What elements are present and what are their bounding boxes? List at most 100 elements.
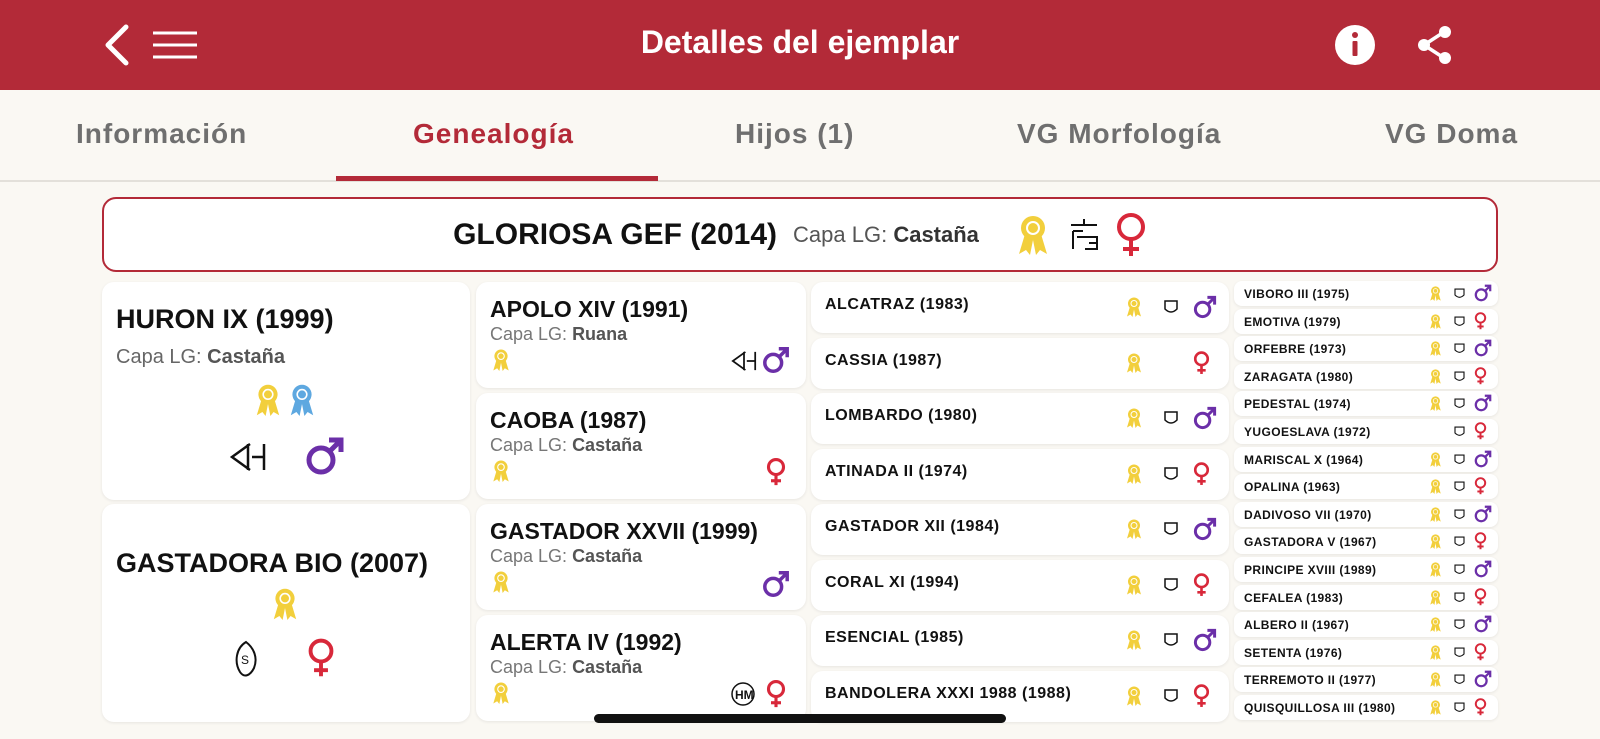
brand-mark-icon: HM [731, 682, 755, 706]
great-great-grandparent-card[interactable]: PRINCIPE XVIII (1989) [1234, 557, 1498, 582]
subject-header-card[interactable]: GLORIOSA GEF (2014) Capa LG: Castaña [102, 197, 1498, 272]
great-great-grandparent-card[interactable]: DADIVOSO VII (1970) [1234, 501, 1498, 527]
great-grandparent-card[interactable]: ESENCIAL (1985) [811, 615, 1229, 666]
brand-mark-icon [1164, 688, 1178, 702]
great-great-grandparent-name: MARISCAL X (1964) [1244, 452, 1364, 467]
great-great-grandparent-card[interactable]: GASTADORA V (1967) [1234, 529, 1498, 555]
great-great-grandparent-card[interactable]: SETENTA (1976) [1234, 639, 1498, 665]
tab-genealogia[interactable]: Genealogía [413, 118, 574, 150]
grandparent-card[interactable]: CAOBA (1987) Capa LG: Castaña [476, 393, 806, 499]
great-great-grandparent-card[interactable]: YUGOESLAVA (1972) [1234, 419, 1498, 444]
great-great-grandparent-name: GASTADORA V (1967) [1244, 535, 1377, 550]
yellow-rosette-icon [493, 349, 509, 371]
great-great-grandparent-card[interactable]: EMOTIVA (1979) [1234, 308, 1498, 334]
female-icon [1474, 532, 1487, 550]
great-great-grandparent-card[interactable]: ALBERO II (1967) [1234, 612, 1498, 638]
share-icon [1418, 26, 1451, 64]
yellow-rosette-icon [1430, 672, 1441, 688]
brand-mark-icon [1454, 398, 1465, 409]
male-icon [763, 571, 789, 597]
yellow-rosette-icon [1127, 464, 1141, 484]
yellow-rosette-icon [1430, 286, 1441, 301]
yellow-rosette-icon [1430, 451, 1441, 467]
brand-mark-icon [1454, 592, 1465, 602]
female-icon [1193, 683, 1210, 707]
great-great-grandparent-card[interactable]: MARISCAL X (1964) [1234, 446, 1498, 472]
sire-card[interactable]: HURON IX (1999) Capa LG: Castaña [102, 282, 470, 500]
great-grandparent-name: BANDOLERA XXXI 1988 (1988) [825, 684, 1072, 702]
yellow-rosette-icon [256, 384, 280, 416]
great-great-grandparent-name: ALBERO II (1967) [1244, 618, 1350, 633]
male-icon [1474, 505, 1492, 523]
male-icon [1474, 560, 1492, 578]
yellow-rosette-icon [1127, 686, 1141, 706]
share-button[interactable] [1410, 20, 1460, 70]
tab-bar: Información Genealogía Hijos (1) VG Morf… [0, 90, 1600, 182]
brand-mark-icon [1164, 522, 1178, 535]
grandparent-card[interactable]: ALERTA IV (1992) Capa LG: Castaña HM [476, 615, 806, 721]
great-great-grandparent-card[interactable]: TERREMOTO II (1977) [1234, 667, 1498, 693]
great-grandparent-card[interactable]: CASSIA (1987) [811, 337, 1229, 389]
great-great-grandparent-name: QUISQUILLOSA III (1980) [1244, 701, 1396, 715]
great-great-grandparent-name: PRINCIPE XVIII (1989) [1244, 563, 1377, 577]
tab-vg-doma[interactable]: VG Doma [1385, 118, 1518, 150]
brand-mark-icon [229, 442, 266, 472]
yellow-rosette-icon [1430, 645, 1441, 660]
yellow-rosette-icon [1127, 408, 1141, 428]
tab-hijos[interactable]: Hijos (1) [735, 118, 854, 150]
grandparent-card[interactable]: APOLO XIV (1991) Capa LG: Ruana [476, 282, 806, 388]
great-grandparent-card[interactable]: GASTADOR XII (1984) [811, 504, 1229, 555]
great-great-grandparent-card[interactable]: ORFEBRE (1973) [1234, 336, 1498, 362]
brand-mark-icon [1164, 466, 1178, 480]
male-icon [1474, 615, 1492, 633]
great-grandparent-card[interactable]: ATINADA II (1974) [811, 448, 1229, 500]
dam-card[interactable]: GASTADORA BIO (2007) S [102, 504, 470, 722]
great-grandparent-card[interactable]: CORAL XI (1994) [811, 559, 1229, 611]
great-great-grandparent-name: TERREMOTO II (1977) [1244, 673, 1377, 688]
grandparent-capa: Capa LG: Castaña [490, 657, 643, 677]
brand-mark-icon [1454, 426, 1465, 436]
brand-mark-icon [1454, 702, 1465, 712]
great-great-grandparent-card[interactable]: OPALINA (1963) [1234, 474, 1498, 500]
great-great-grandparent-card[interactable]: VIBORO III (1975) [1234, 281, 1498, 306]
svg-text:S: S [241, 653, 249, 667]
brand-mark-icon [1454, 316, 1465, 326]
great-great-grandparent-name: PEDESTAL (1974) [1244, 397, 1351, 412]
tab-informacion[interactable]: Información [76, 118, 247, 150]
great-grandparent-card[interactable]: LOMBARDO (1980) [811, 393, 1229, 444]
tab-vg-morfologia[interactable]: VG Morfología [1017, 118, 1221, 150]
brand-mark-icon [1454, 288, 1465, 298]
grandparent-card[interactable]: GASTADOR XXVII (1999) Capa LG: Castaña [476, 504, 806, 610]
yellow-rosette-icon [1127, 297, 1141, 317]
great-great-grandparent-card[interactable]: ZARAGATA (1980) [1234, 363, 1498, 389]
yellow-rosette-icon [1430, 341, 1441, 357]
brand-mark-icon [1070, 218, 1098, 250]
great-great-grandparent-name: VIBORO III (1975) [1244, 287, 1350, 301]
female-icon [1116, 212, 1145, 256]
yellow-rosette-icon [493, 682, 509, 704]
great-grandparent-card[interactable]: ALCATRAZ (1983) [811, 282, 1229, 333]
brand-mark-icon [1454, 509, 1465, 519]
subject-capa: Capa LG: Castaña [793, 221, 979, 247]
info-button[interactable] [1330, 20, 1380, 70]
info-icon [1335, 25, 1375, 65]
dam-name: GASTADORA BIO (2007) [116, 548, 429, 578]
grandparent-capa: Capa LG: Ruana [490, 324, 628, 344]
yellow-rosette-icon [1430, 369, 1441, 384]
brand-mark-icon [1164, 577, 1178, 591]
great-great-grandparent-card[interactable]: QUISQUILLOSA III (1980) [1234, 695, 1498, 720]
female-icon [766, 679, 786, 708]
grandparent-name: APOLO XIV (1991) [490, 296, 689, 322]
yellow-rosette-icon [1430, 562, 1441, 577]
male-icon [1193, 628, 1217, 652]
female-icon [1193, 350, 1210, 374]
male-icon [1474, 339, 1492, 357]
great-grandparent-name: CASSIA (1987) [825, 351, 943, 369]
female-icon [308, 638, 334, 677]
yellow-rosette-icon [1127, 575, 1141, 595]
great-grandparent-name: ESENCIAL (1985) [825, 629, 964, 646]
great-great-grandparent-card[interactable]: CEFALEA (1983) [1234, 584, 1498, 610]
great-great-grandparent-card[interactable]: PEDESTAL (1974) [1234, 391, 1498, 417]
active-tab-indicator [336, 176, 658, 181]
brand-mark-icon [1454, 454, 1465, 464]
